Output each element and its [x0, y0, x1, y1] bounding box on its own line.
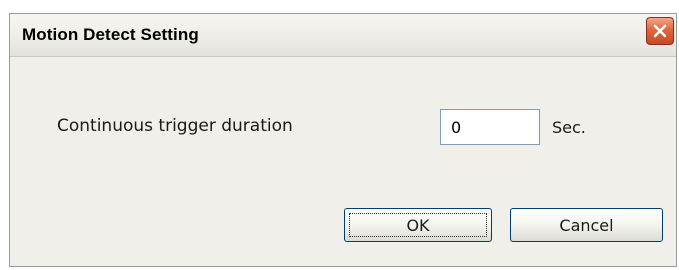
ok-button-label: OK	[406, 215, 430, 235]
duration-unit-label: Sec.	[552, 118, 586, 137]
cancel-button-label: Cancel	[559, 215, 614, 235]
dialog-title: Motion Detect Setting	[22, 25, 199, 44]
title-bar[interactable]: Motion Detect Setting	[10, 14, 676, 57]
close-button[interactable]	[646, 17, 674, 45]
ok-button[interactable]: OK	[344, 208, 492, 242]
duration-label: Continuous trigger duration	[57, 116, 293, 136]
cancel-button[interactable]: Cancel	[510, 208, 663, 242]
dialog-body: Continuous trigger duration Sec. OK Canc…	[10, 57, 676, 266]
close-icon	[653, 24, 667, 38]
motion-detect-dialog: Motion Detect Setting Continuous trigger…	[9, 13, 677, 267]
duration-input[interactable]	[440, 109, 540, 145]
